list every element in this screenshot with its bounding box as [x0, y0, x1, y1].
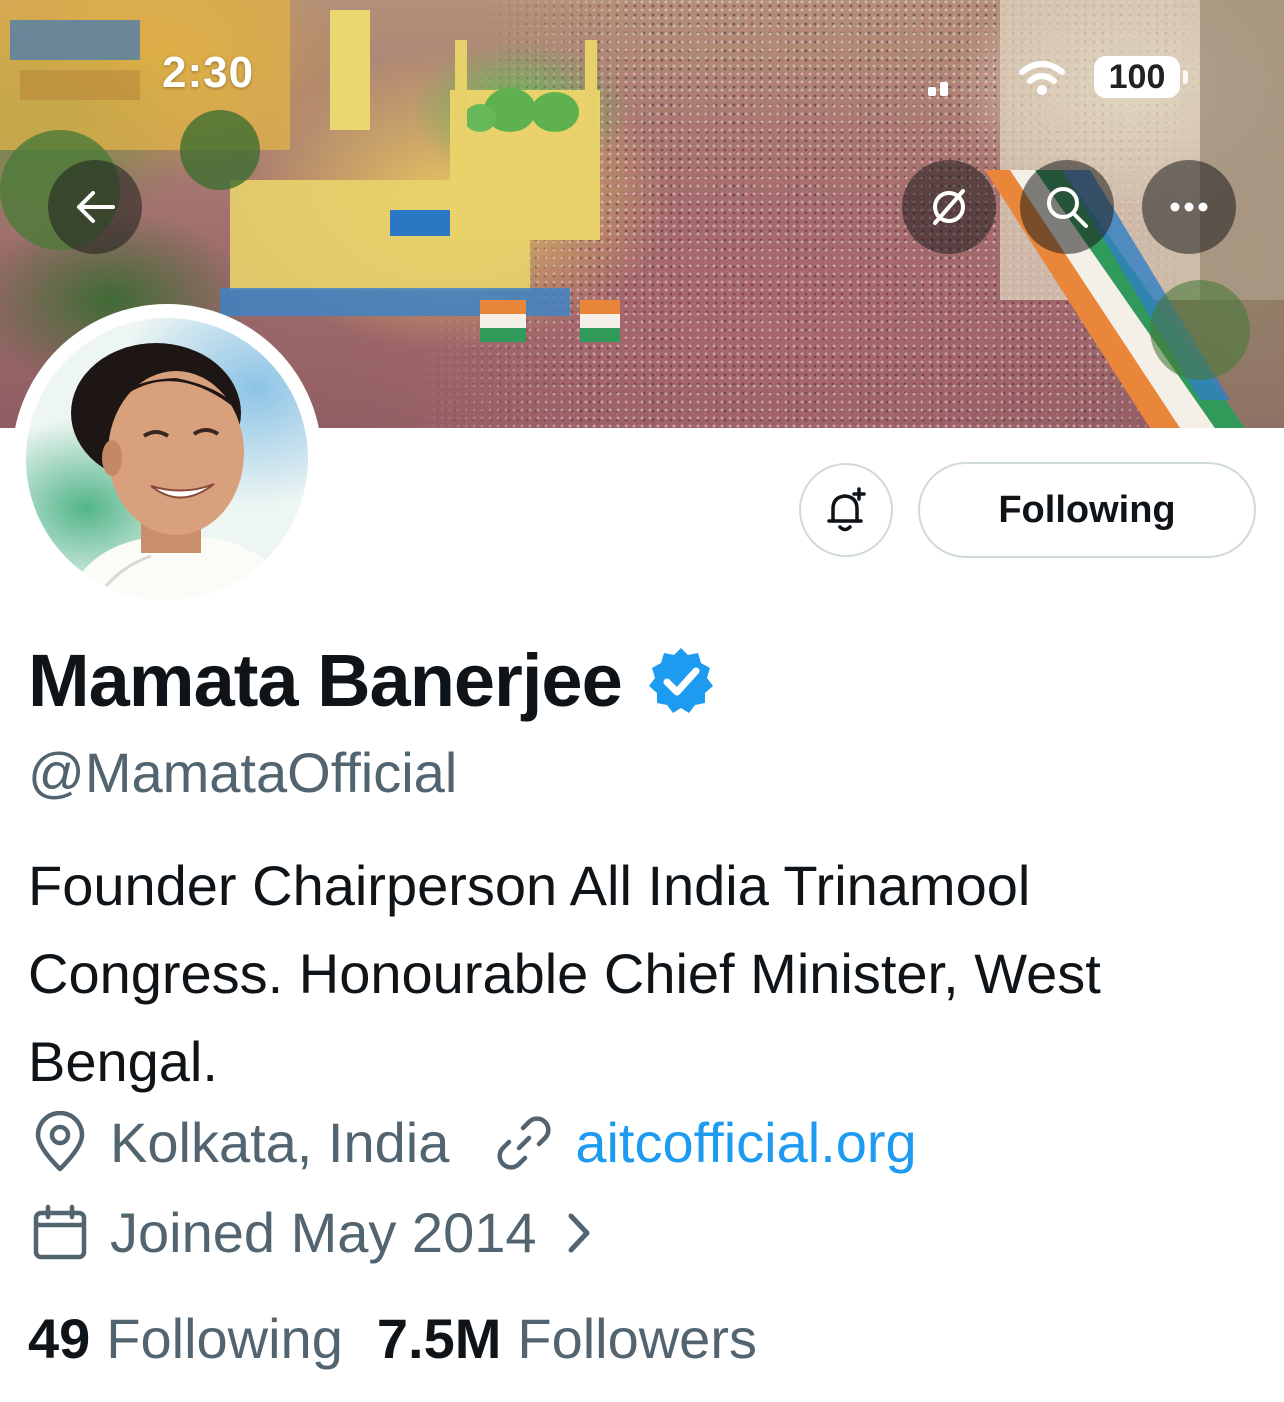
follow-stats: 49 Following 7.5M Followers: [28, 1306, 757, 1371]
name-row: Mamata Banerjee: [28, 636, 716, 726]
followers-label: Followers: [517, 1307, 757, 1370]
joined-date-text: Joined May 2014: [110, 1201, 537, 1264]
website-link[interactable]: aitcofficial.org: [575, 1110, 916, 1175]
back-button[interactable]: [48, 160, 142, 254]
avatar-image: [26, 318, 308, 600]
following-button[interactable]: Following: [918, 462, 1256, 558]
user-handle: @MamataOfficial: [28, 741, 458, 804]
verified-badge-icon: [648, 648, 713, 713]
profile-meta-location-website: Kolkata, India aitcofficial.org: [28, 1110, 917, 1175]
profile-photo: [66, 343, 296, 600]
refresh-button[interactable]: [902, 160, 996, 254]
arrow-left-icon: [77, 191, 115, 223]
refresh-off-icon: [933, 189, 965, 225]
more-icon: [1170, 202, 1208, 212]
display-name: Mamata Banerjee: [28, 639, 623, 722]
followers-count: 7.5M: [376, 1307, 502, 1370]
following-count: 49: [28, 1307, 91, 1370]
cellular-signal-icon: [928, 78, 966, 96]
followers-stat[interactable]: 7.5M Followers: [377, 1306, 757, 1371]
following-label: Following: [106, 1307, 343, 1370]
avatar[interactable]: [12, 304, 322, 614]
location-pin-icon: [35, 1110, 85, 1171]
profile-bio: Founder Chairperson All India Trinamool …: [28, 854, 1101, 1093]
notifications-button[interactable]: [799, 463, 893, 557]
status-time: 2:30: [162, 48, 255, 97]
search-button[interactable]: [1020, 160, 1114, 254]
link-icon: [497, 1115, 551, 1170]
location-text: Kolkata, India: [110, 1111, 450, 1174]
more-options-button[interactable]: [1142, 160, 1236, 254]
wifi-icon: [1019, 61, 1065, 95]
calendar-icon: [33, 1204, 87, 1259]
chevron-right-icon: [568, 1213, 590, 1252]
following-stat[interactable]: 49 Following: [28, 1306, 343, 1371]
battery-indicator: 100: [1094, 56, 1188, 98]
search-icon: [1047, 187, 1088, 228]
joined-date-row[interactable]: Joined May 2014: [28, 1200, 599, 1265]
bell-plus-icon: [827, 487, 866, 532]
